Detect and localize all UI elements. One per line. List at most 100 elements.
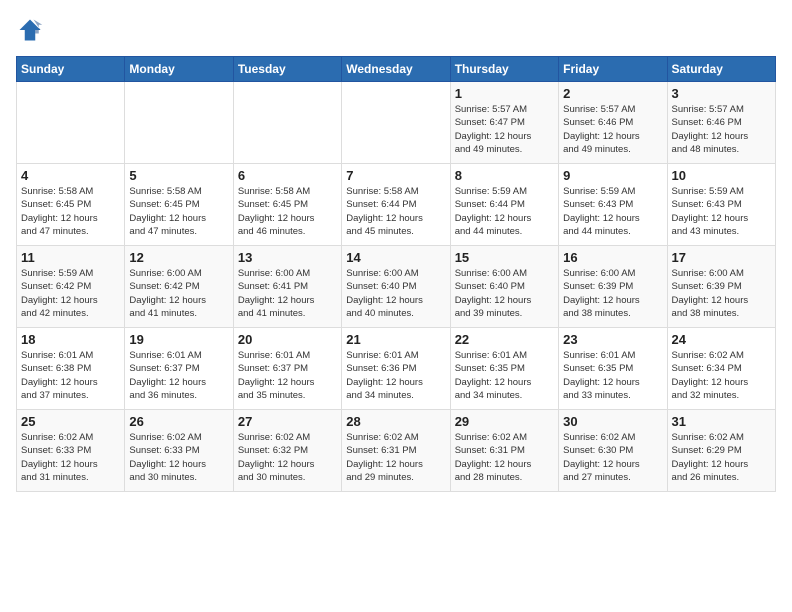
calendar-cell: 14 Sunrise: 6:00 AM Sunset: 6:40 PM Dayli… bbox=[342, 246, 450, 328]
day-info: Sunrise: 6:00 AM Sunset: 6:39 PM Dayligh… bbox=[563, 267, 662, 320]
day-of-week-header: Friday bbox=[559, 57, 667, 82]
day-info: Sunrise: 6:00 AM Sunset: 6:40 PM Dayligh… bbox=[346, 267, 445, 320]
day-number: 15 bbox=[455, 250, 554, 265]
day-info: Sunrise: 6:00 AM Sunset: 6:40 PM Dayligh… bbox=[455, 267, 554, 320]
day-number: 21 bbox=[346, 332, 445, 347]
day-info: Sunrise: 6:02 AM Sunset: 6:33 PM Dayligh… bbox=[21, 431, 120, 484]
day-number: 18 bbox=[21, 332, 120, 347]
calendar-header: SundayMondayTuesdayWednesdayThursdayFrid… bbox=[17, 57, 776, 82]
calendar-week-row: 1Sunrise: 5:57 AM Sunset: 6:47 PM Daylig… bbox=[17, 82, 776, 164]
day-number: 31 bbox=[672, 414, 771, 429]
calendar-cell: 6 Sunrise: 5:58 AM Sunset: 6:45 PM Daylig… bbox=[233, 164, 341, 246]
calendar-cell: 11 Sunrise: 5:59 AM Sunset: 6:42 PM Dayli… bbox=[17, 246, 125, 328]
day-number: 11 bbox=[21, 250, 120, 265]
day-info: Sunrise: 6:02 AM Sunset: 6:30 PM Dayligh… bbox=[563, 431, 662, 484]
day-number: 5 bbox=[129, 168, 228, 183]
calendar-cell: 29 Sunrise: 6:02 AM Sunset: 6:31 PM Dayli… bbox=[450, 410, 558, 492]
day-number: 4 bbox=[21, 168, 120, 183]
day-info: Sunrise: 5:58 AM Sunset: 6:44 PM Dayligh… bbox=[346, 185, 445, 238]
day-info: Sunrise: 5:59 AM Sunset: 6:43 PM Dayligh… bbox=[672, 185, 771, 238]
calendar-cell: 30 Sunrise: 6:02 AM Sunset: 6:30 PM Dayli… bbox=[559, 410, 667, 492]
calendar-cell: 17 Sunrise: 6:00 AM Sunset: 6:39 PM Dayli… bbox=[667, 246, 775, 328]
day-info: Sunrise: 6:01 AM Sunset: 6:35 PM Dayligh… bbox=[455, 349, 554, 402]
day-number: 12 bbox=[129, 250, 228, 265]
day-number: 2 bbox=[563, 86, 662, 101]
calendar-cell: 12 Sunrise: 6:00 AM Sunset: 6:42 PM Dayli… bbox=[125, 246, 233, 328]
logo-icon bbox=[16, 16, 44, 44]
calendar-cell: 26 Sunrise: 6:02 AM Sunset: 6:33 PM Dayli… bbox=[125, 410, 233, 492]
day-info: Sunrise: 6:00 AM Sunset: 6:39 PM Dayligh… bbox=[672, 267, 771, 320]
day-info: Sunrise: 6:02 AM Sunset: 6:34 PM Dayligh… bbox=[672, 349, 771, 402]
calendar-cell: 10 Sunrise: 5:59 AM Sunset: 6:43 PM Dayli… bbox=[667, 164, 775, 246]
day-number: 3 bbox=[672, 86, 771, 101]
day-number: 27 bbox=[238, 414, 337, 429]
day-number: 30 bbox=[563, 414, 662, 429]
header-row: SundayMondayTuesdayWednesdayThursdayFrid… bbox=[17, 57, 776, 82]
day-number: 10 bbox=[672, 168, 771, 183]
day-info: Sunrise: 6:00 AM Sunset: 6:42 PM Dayligh… bbox=[129, 267, 228, 320]
calendar-cell: 16 Sunrise: 6:00 AM Sunset: 6:39 PM Dayli… bbox=[559, 246, 667, 328]
day-info: Sunrise: 6:02 AM Sunset: 6:31 PM Dayligh… bbox=[455, 431, 554, 484]
logo bbox=[16, 16, 48, 44]
day-info: Sunrise: 5:58 AM Sunset: 6:45 PM Dayligh… bbox=[21, 185, 120, 238]
day-number: 7 bbox=[346, 168, 445, 183]
day-number: 22 bbox=[455, 332, 554, 347]
day-of-week-header: Saturday bbox=[667, 57, 775, 82]
day-info: Sunrise: 5:58 AM Sunset: 6:45 PM Dayligh… bbox=[238, 185, 337, 238]
calendar-cell: 7 Sunrise: 5:58 AM Sunset: 6:44 PM Daylig… bbox=[342, 164, 450, 246]
calendar-cell: 27Sunrise: 6:02 AM Sunset: 6:32 PM Dayli… bbox=[233, 410, 341, 492]
day-info: Sunrise: 6:01 AM Sunset: 6:37 PM Dayligh… bbox=[238, 349, 337, 402]
day-info: Sunrise: 6:02 AM Sunset: 6:29 PM Dayligh… bbox=[672, 431, 771, 484]
calendar-cell: 20 Sunrise: 6:01 AM Sunset: 6:37 PM Dayli… bbox=[233, 328, 341, 410]
calendar-cell: 5 Sunrise: 5:58 AM Sunset: 6:45 PM Daylig… bbox=[125, 164, 233, 246]
calendar-cell: 2 Sunrise: 5:57 AM Sunset: 6:46 PM Daylig… bbox=[559, 82, 667, 164]
calendar-week-row: 18 Sunrise: 6:01 AM Sunset: 6:38 PM Dayli… bbox=[17, 328, 776, 410]
day-number: 6 bbox=[238, 168, 337, 183]
calendar-cell: 9 Sunrise: 5:59 AM Sunset: 6:43 PM Daylig… bbox=[559, 164, 667, 246]
calendar-cell: 28 Sunrise: 6:02 AM Sunset: 6:31 PM Dayli… bbox=[342, 410, 450, 492]
day-number: 8 bbox=[455, 168, 554, 183]
day-info: Sunrise: 5:57 AM Sunset: 6:47 PM Dayligh… bbox=[455, 103, 554, 156]
day-number: 25 bbox=[21, 414, 120, 429]
day-number: 26 bbox=[129, 414, 228, 429]
calendar-cell: 18 Sunrise: 6:01 AM Sunset: 6:38 PM Dayli… bbox=[17, 328, 125, 410]
calendar-cell: 8Sunrise: 5:59 AM Sunset: 6:44 PM Daylig… bbox=[450, 164, 558, 246]
day-of-week-header: Thursday bbox=[450, 57, 558, 82]
day-number: 20 bbox=[238, 332, 337, 347]
day-number: 14 bbox=[346, 250, 445, 265]
calendar-cell: 19Sunrise: 6:01 AM Sunset: 6:37 PM Dayli… bbox=[125, 328, 233, 410]
calendar-cell: 4 Sunrise: 5:58 AM Sunset: 6:45 PM Daylig… bbox=[17, 164, 125, 246]
day-info: Sunrise: 6:02 AM Sunset: 6:31 PM Dayligh… bbox=[346, 431, 445, 484]
day-info: Sunrise: 6:01 AM Sunset: 6:36 PM Dayligh… bbox=[346, 349, 445, 402]
day-of-week-header: Wednesday bbox=[342, 57, 450, 82]
calendar-cell: 25 Sunrise: 6:02 AM Sunset: 6:33 PM Dayli… bbox=[17, 410, 125, 492]
day-number: 29 bbox=[455, 414, 554, 429]
calendar-cell: 23 Sunrise: 6:01 AM Sunset: 6:35 PM Dayli… bbox=[559, 328, 667, 410]
day-info: Sunrise: 6:01 AM Sunset: 6:37 PM Dayligh… bbox=[129, 349, 228, 402]
day-of-week-header: Tuesday bbox=[233, 57, 341, 82]
day-number: 23 bbox=[563, 332, 662, 347]
calendar-cell bbox=[125, 82, 233, 164]
calendar-cell bbox=[342, 82, 450, 164]
day-number: 9 bbox=[563, 168, 662, 183]
calendar-cell: 21 Sunrise: 6:01 AM Sunset: 6:36 PM Dayli… bbox=[342, 328, 450, 410]
day-number: 28 bbox=[346, 414, 445, 429]
day-info: Sunrise: 6:02 AM Sunset: 6:33 PM Dayligh… bbox=[129, 431, 228, 484]
calendar-cell: 13Sunrise: 6:00 AM Sunset: 6:41 PM Dayli… bbox=[233, 246, 341, 328]
day-info: Sunrise: 5:58 AM Sunset: 6:45 PM Dayligh… bbox=[129, 185, 228, 238]
day-of-week-header: Monday bbox=[125, 57, 233, 82]
day-number: 16 bbox=[563, 250, 662, 265]
day-number: 24 bbox=[672, 332, 771, 347]
day-number: 13 bbox=[238, 250, 337, 265]
calendar-week-row: 11 Sunrise: 5:59 AM Sunset: 6:42 PM Dayli… bbox=[17, 246, 776, 328]
day-info: Sunrise: 5:59 AM Sunset: 6:42 PM Dayligh… bbox=[21, 267, 120, 320]
calendar-cell bbox=[233, 82, 341, 164]
day-info: Sunrise: 5:57 AM Sunset: 6:46 PM Dayligh… bbox=[563, 103, 662, 156]
day-info: Sunrise: 6:01 AM Sunset: 6:38 PM Dayligh… bbox=[21, 349, 120, 402]
calendar-week-row: 4 Sunrise: 5:58 AM Sunset: 6:45 PM Daylig… bbox=[17, 164, 776, 246]
day-info: Sunrise: 6:01 AM Sunset: 6:35 PM Dayligh… bbox=[563, 349, 662, 402]
day-info: Sunrise: 5:59 AM Sunset: 6:43 PM Dayligh… bbox=[563, 185, 662, 238]
calendar-cell: 24 Sunrise: 6:02 AM Sunset: 6:34 PM Dayli… bbox=[667, 328, 775, 410]
day-number: 17 bbox=[672, 250, 771, 265]
calendar-table: SundayMondayTuesdayWednesdayThursdayFrid… bbox=[16, 56, 776, 492]
